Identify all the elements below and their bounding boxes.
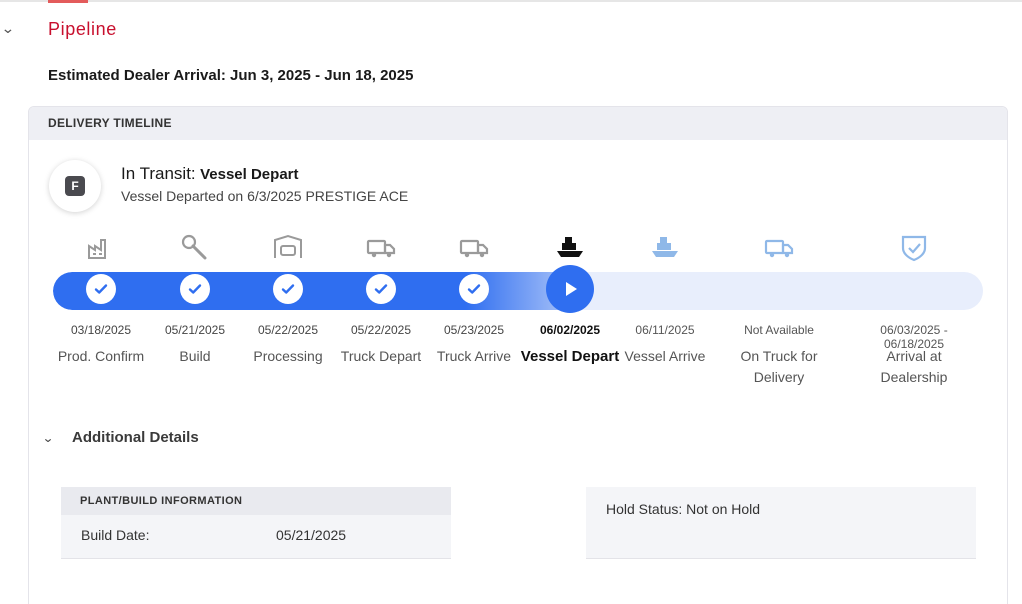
badge-letter: F [65, 176, 85, 196]
step-label: Prod. Confirm [57, 348, 145, 364]
step-label: Truck Depart [340, 348, 422, 364]
car-garage-icon [238, 227, 338, 267]
factory-icon [51, 227, 151, 267]
ship-icon [520, 227, 620, 267]
card-header: DELIVERY TIMELINE [29, 107, 1007, 140]
build-date-label: Build Date: [81, 527, 150, 543]
check-icon [366, 274, 396, 304]
step-label: Build [179, 348, 211, 364]
step-date: 03/18/2025 [70, 323, 132, 337]
status-line: In Transit: Vessel Depart [121, 164, 299, 184]
timeline-step: 06/02/2025 Vessel Depart [520, 227, 620, 365]
timeline-step: 05/22/2025 Truck Depart [331, 227, 431, 364]
step-date: Not Available [744, 323, 814, 337]
truck-icon [424, 227, 524, 267]
step-date: 06/02/2025 [539, 323, 601, 337]
timeline-step: 05/22/2025 Processing [238, 227, 338, 364]
step-label: Processing [253, 348, 323, 364]
step-date: 05/21/2025 [164, 323, 226, 337]
progress-fill [53, 272, 570, 310]
chevron-down-icon[interactable]: ⌄ [1, 20, 15, 37]
step-label: Truck Arrive [436, 348, 512, 364]
chevron-down-icon[interactable]: ⌄ [42, 431, 54, 445]
status-value: Vessel Depart [200, 166, 299, 183]
plant-build-panel: PLANT/BUILD INFORMATION Build Date: 05/2… [61, 487, 451, 559]
truck-icon [729, 227, 829, 267]
check-icon [86, 274, 116, 304]
step-label: Vessel Depart [520, 348, 620, 365]
truck-icon [331, 227, 431, 267]
top-divider [0, 0, 1022, 2]
additional-details-toggle[interactable]: Additional Details [72, 429, 199, 446]
timeline-step: 06/03/2025 - 06/18/2025 Arrival at Dealer… [864, 227, 964, 385]
wrench-icon [145, 227, 245, 267]
step-date: 06/11/2025 [635, 323, 695, 337]
delivery-timeline-card: DELIVERY TIMELINE F In Transit: Vessel D… [28, 106, 1008, 604]
status-label: In Transit: [121, 164, 196, 183]
status-detail: Vessel Departed on 6/3/2025 PRESTIGE ACE [121, 188, 409, 204]
step-date: 05/22/2025 [350, 323, 412, 337]
play-icon [546, 265, 594, 313]
timeline-step: 06/11/2025 Vessel Arrive [615, 227, 715, 364]
timeline-step: 03/18/2025 Prod. Confirm [51, 227, 151, 364]
check-icon [459, 274, 489, 304]
timeline-step: 05/23/2025 Truck Arrive [424, 227, 524, 364]
estimated-arrival: Estimated Dealer Arrival: Jun 3, 2025 - … [48, 67, 414, 84]
section-title[interactable]: Pipeline [48, 19, 117, 40]
check-icon [180, 274, 210, 304]
step-date: 05/22/2025 [257, 323, 319, 337]
step-label: On Truck for Delivery [740, 348, 818, 385]
timeline-step: Not Available On Truck for Delivery [729, 227, 829, 385]
hold-status-panel: Hold Status: Not on Hold [586, 487, 976, 559]
step-label: Vessel Arrive [624, 348, 706, 364]
timeline-step: 05/21/2025 Build [145, 227, 245, 364]
active-tab-indicator [48, 0, 88, 3]
step-label: Arrival at Dealership [880, 348, 948, 385]
ship-icon [615, 227, 715, 267]
hold-status: Hold Status: Not on Hold [606, 501, 761, 517]
step-date: 05/23/2025 [443, 323, 505, 337]
build-date-value: 05/21/2025 [276, 527, 347, 543]
plant-build-header: PLANT/BUILD INFORMATION [61, 487, 451, 515]
check-icon [273, 274, 303, 304]
status-badge: F [49, 160, 101, 212]
shield-check-icon [864, 227, 964, 267]
